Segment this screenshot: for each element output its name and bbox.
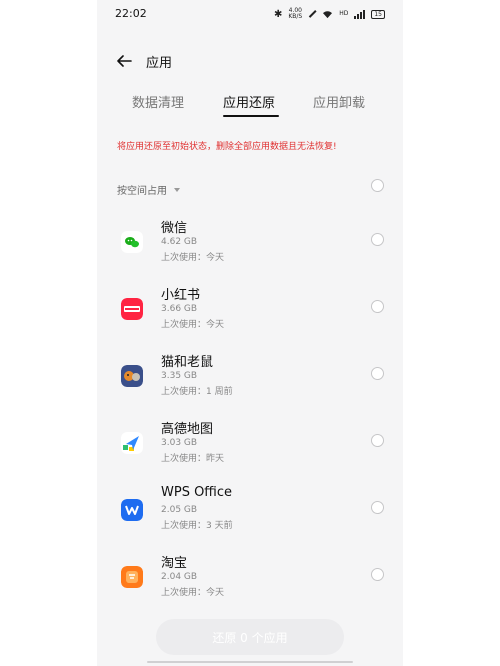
network-speed-unit: KB/S <box>288 13 303 20</box>
select-all-radio[interactable] <box>371 179 384 192</box>
app-item-amap[interactable]: 高德地图 3.03 GB 上次使用：昨天 <box>97 418 403 478</box>
app-last-used: 上次使用：1 周前 <box>161 387 233 397</box>
app-item-wps-office[interactable]: WPS Office 2.05 GB 上次使用：3 天前 <box>97 485 403 545</box>
app-name: WPS Office <box>161 485 233 500</box>
restore-button[interactable]: 还原 0 个应用 <box>156 619 344 655</box>
app-last-used: 上次使用：昨天 <box>161 454 225 464</box>
app-last-used: 上次使用：今天 <box>161 253 225 263</box>
xiaohongshu-icon <box>121 298 143 320</box>
app-last-used: 上次使用：今天 <box>161 588 225 598</box>
app-name: 猫和老鼠 <box>161 355 214 370</box>
tab-app-uninstall[interactable]: 应用卸载 <box>313 92 365 111</box>
app-select-radio[interactable] <box>371 434 384 447</box>
app-item-wechat[interactable]: 微信 4.62 GB 上次使用：今天 <box>97 217 403 277</box>
network-speed: 4.00 KB/S <box>288 8 302 20</box>
app-name: 微信 <box>161 221 188 236</box>
app-select-radio[interactable] <box>371 233 384 246</box>
app-size: 3.03 GB <box>161 438 198 448</box>
sort-label: 按空间占用 <box>117 186 167 197</box>
caret-down-icon <box>174 187 180 192</box>
status-bar: 22:02 ✱ 4.00 KB/S HD 15 <box>97 0 403 28</box>
tab-app-restore[interactable]: 应用还原 <box>223 92 275 111</box>
app-select-radio[interactable] <box>371 300 384 313</box>
status-icons: ✱ 4.00 KB/S HD 15 <box>274 7 385 21</box>
app-item-taobao[interactable]: 淘宝 2.04 GB 上次使用：今天 <box>97 552 403 612</box>
warning-message: 将应用还原至初始状态，删除全部应用数据且无法恢复! <box>117 142 337 152</box>
app-last-used: 上次使用：3 天前 <box>161 521 233 531</box>
taobao-icon <box>121 566 143 588</box>
app-select-radio[interactable] <box>371 367 384 380</box>
tom-and-jerry-icon <box>121 365 143 387</box>
header: 应用 <box>97 46 403 76</box>
signal-label: HD <box>339 10 349 17</box>
back-arrow-icon[interactable] <box>115 52 133 70</box>
app-size: 3.66 GB <box>161 304 198 314</box>
app-name: 小红书 <box>161 288 201 303</box>
app-size: 4.62 GB <box>161 237 198 247</box>
mute-icon <box>308 10 316 18</box>
app-name: 高德地图 <box>161 422 214 437</box>
bluetooth-icon: ✱ <box>273 8 283 20</box>
amap-icon <box>121 432 143 454</box>
app-item-tom-and-jerry[interactable]: 猫和老鼠 3.35 GB 上次使用：1 周前 <box>97 351 403 411</box>
status-time: 22:02 <box>115 7 147 20</box>
app-select-radio[interactable] <box>371 568 384 581</box>
gesture-nav-bar[interactable] <box>147 661 353 663</box>
page-title: 应用 <box>146 56 173 71</box>
wifi-icon <box>323 10 333 18</box>
phone-screen: 22:02 ✱ 4.00 KB/S HD 15 应用 数据清理 应用还原 应用卸… <box>97 0 403 666</box>
battery-icon: 15 <box>371 9 385 19</box>
sort-dropdown[interactable]: 按空间占用 <box>117 182 180 197</box>
app-size: 3.35 GB <box>161 371 198 381</box>
app-size: 2.04 GB <box>161 572 198 582</box>
app-name: 淘宝 <box>161 556 188 571</box>
tab-data-cleanup[interactable]: 数据清理 <box>132 92 184 111</box>
signal-icon <box>354 9 366 19</box>
wechat-icon <box>121 231 143 253</box>
app-select-radio[interactable] <box>371 501 384 514</box>
app-last-used: 上次使用：今天 <box>161 320 225 330</box>
app-item-xiaohongshu[interactable]: 小红书 3.66 GB 上次使用：今天 <box>97 284 403 344</box>
app-size: 2.05 GB <box>161 505 198 515</box>
active-tab-indicator <box>223 115 279 117</box>
wps-icon <box>121 499 143 521</box>
